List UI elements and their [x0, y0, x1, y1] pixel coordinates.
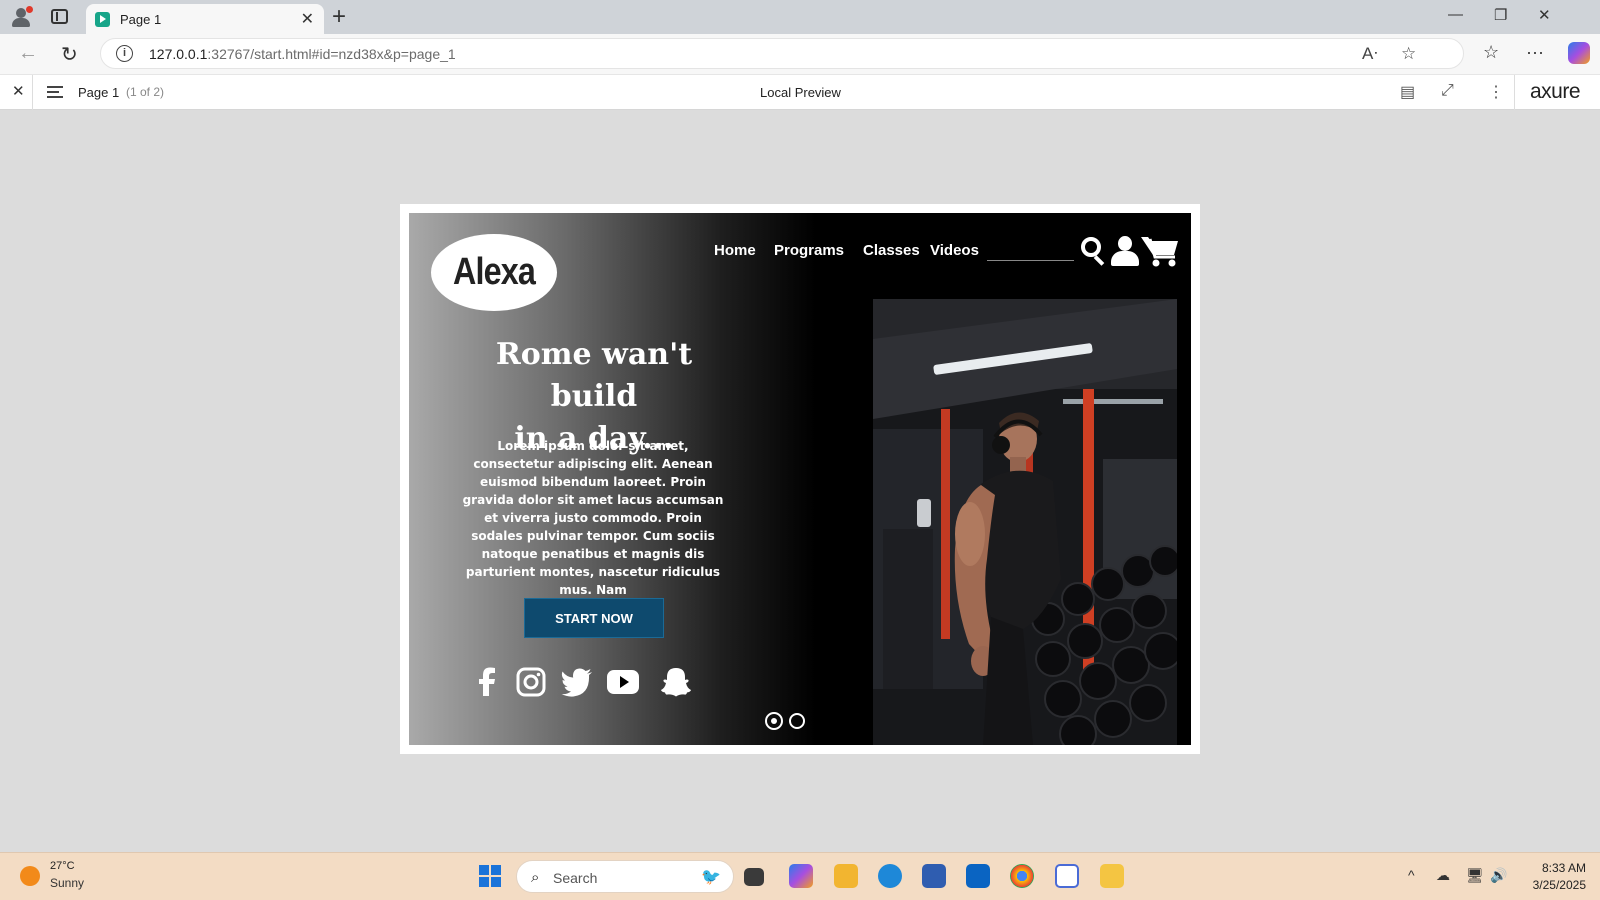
facebook-icon[interactable]: [471, 667, 503, 697]
chrome-icon[interactable]: [1010, 864, 1034, 888]
edge-browser-icon[interactable]: [878, 864, 902, 888]
window-close-icon[interactable]: ✕: [1538, 6, 1551, 24]
cart-icon[interactable]: [1141, 235, 1179, 267]
pages-menu-icon[interactable]: [47, 86, 63, 98]
preview-label: Local Preview: [760, 85, 841, 100]
twitter-icon[interactable]: [561, 667, 593, 697]
search-icon: ⌕: [531, 869, 540, 886]
divider: [32, 75, 33, 111]
clock-time[interactable]: 8:33 AM: [1530, 861, 1586, 875]
axure-logo: axure: [1530, 80, 1581, 103]
search-icon[interactable]: [1081, 237, 1107, 266]
favorites-icon[interactable]: ☆: [1483, 42, 1499, 63]
search-input[interactable]: [987, 260, 1074, 261]
taskbar-search[interactable]: ⌕ Search 🐦: [516, 860, 734, 893]
file-explorer-icon[interactable]: [834, 864, 858, 888]
nav-videos[interactable]: Videos: [930, 242, 979, 259]
site-logo-text: Alexa: [453, 251, 536, 293]
axure-app-icon[interactable]: [1055, 864, 1079, 888]
page-name[interactable]: Page 1: [78, 85, 119, 100]
instagram-icon[interactable]: [515, 667, 547, 697]
weather-temperature[interactable]: 27°C: [50, 860, 75, 872]
more-vertical-icon[interactable]: ⋮: [1488, 82, 1504, 102]
tab-title: Page 1: [120, 12, 162, 27]
nav-classes[interactable]: Classes: [863, 242, 920, 259]
adaptive-view-icon[interactable]: ⤢: [1441, 82, 1454, 100]
back-icon[interactable]: ←: [18, 42, 38, 65]
volume-icon[interactable]: 🔊: [1490, 867, 1507, 884]
page-count: (1 of 2): [126, 85, 165, 99]
close-preview-icon[interactable]: ✕: [12, 82, 25, 100]
sun-icon[interactable]: [20, 866, 40, 886]
tray-chevron-icon[interactable]: ^: [1408, 867, 1415, 883]
bird-icon: 🐦: [701, 869, 721, 886]
axure-preview-bar: ✕ Page 1 (1 of 2) Local Preview ▤ ⤢ ⋮ ax…: [0, 74, 1600, 111]
browser-toolbar: ← ↻ i 127.0.0.1:32767/start.html#id=nzd3…: [0, 34, 1600, 74]
new-tab-icon[interactable]: +: [332, 3, 346, 31]
youtube-icon[interactable]: [607, 667, 639, 697]
browser-tab[interactable]: Page 1 ✕: [86, 4, 324, 34]
nav-programs[interactable]: Programs: [774, 242, 844, 259]
hero-section: Alexa Home Programs Classes Videos Rome …: [409, 213, 1191, 745]
files-app-icon[interactable]: [1100, 864, 1124, 888]
network-icon[interactable]: 🖥: [1466, 867, 1484, 884]
slide-indicator-2[interactable]: [789, 713, 805, 729]
axure-favicon-icon: [95, 12, 110, 27]
taskbar-search-placeholder: Search: [553, 870, 598, 886]
more-options-icon[interactable]: ···: [1526, 42, 1544, 63]
site-info-icon[interactable]: i: [116, 45, 133, 62]
onedrive-icon[interactable]: ☁: [1436, 867, 1450, 884]
hero-gym-photo: [873, 299, 1177, 745]
headline-line-1: Rome wan't build: [495, 337, 693, 414]
hero-body-text: Lorem ipsum dolor sit amet, consectetur …: [462, 439, 724, 597]
copilot-icon[interactable]: [1568, 42, 1590, 64]
close-tab-icon[interactable]: ✕: [301, 9, 314, 29]
clock-date[interactable]: 3/25/2025: [1520, 878, 1586, 892]
user-icon[interactable]: [1111, 236, 1139, 266]
restore-icon[interactable]: ❐: [1494, 6, 1507, 24]
windows-start-icon[interactable]: [479, 865, 501, 887]
copilot-app-icon[interactable]: [789, 864, 813, 888]
profile-icon[interactable]: [10, 6, 33, 28]
minimize-icon[interactable]: —: [1448, 6, 1463, 23]
task-view-icon[interactable]: [744, 868, 764, 886]
favorite-star-icon[interactable]: ☆: [1401, 44, 1416, 64]
start-now-button[interactable]: START NOW: [524, 598, 664, 638]
weather-description[interactable]: Sunny: [50, 876, 84, 890]
windows-taskbar: 27°C Sunny ⌕ Search 🐦 ^ ☁ 🖥 🔊 8:33 AM 3/…: [0, 852, 1600, 900]
browser-tab-strip: Page 1 ✕ + — ❐ ✕: [0, 0, 1600, 34]
slide-indicator-1[interactable]: [765, 712, 783, 730]
outlook-icon[interactable]: [966, 864, 990, 888]
site-logo[interactable]: Alexa: [431, 234, 557, 311]
store-icon[interactable]: [922, 864, 946, 888]
tab-actions-icon[interactable]: [51, 9, 68, 24]
url-text[interactable]: 127.0.0.1:32767/start.html#id=nzd38x&p=p…: [149, 46, 456, 62]
divider: [1514, 75, 1515, 111]
read-aloud-icon[interactable]: Aᐧ: [1362, 44, 1378, 64]
nav-home[interactable]: Home: [714, 242, 756, 259]
reload-icon[interactable]: ↻: [61, 42, 78, 67]
address-bar[interactable]: i 127.0.0.1:32767/start.html#id=nzd38x&p…: [100, 38, 1464, 69]
url-host: 127.0.0.1: [149, 46, 208, 62]
url-path: :32767/start.html#id=nzd38x&p=page_1: [207, 46, 456, 62]
snapchat-icon[interactable]: [660, 667, 692, 697]
notes-icon[interactable]: ▤: [1400, 82, 1415, 102]
